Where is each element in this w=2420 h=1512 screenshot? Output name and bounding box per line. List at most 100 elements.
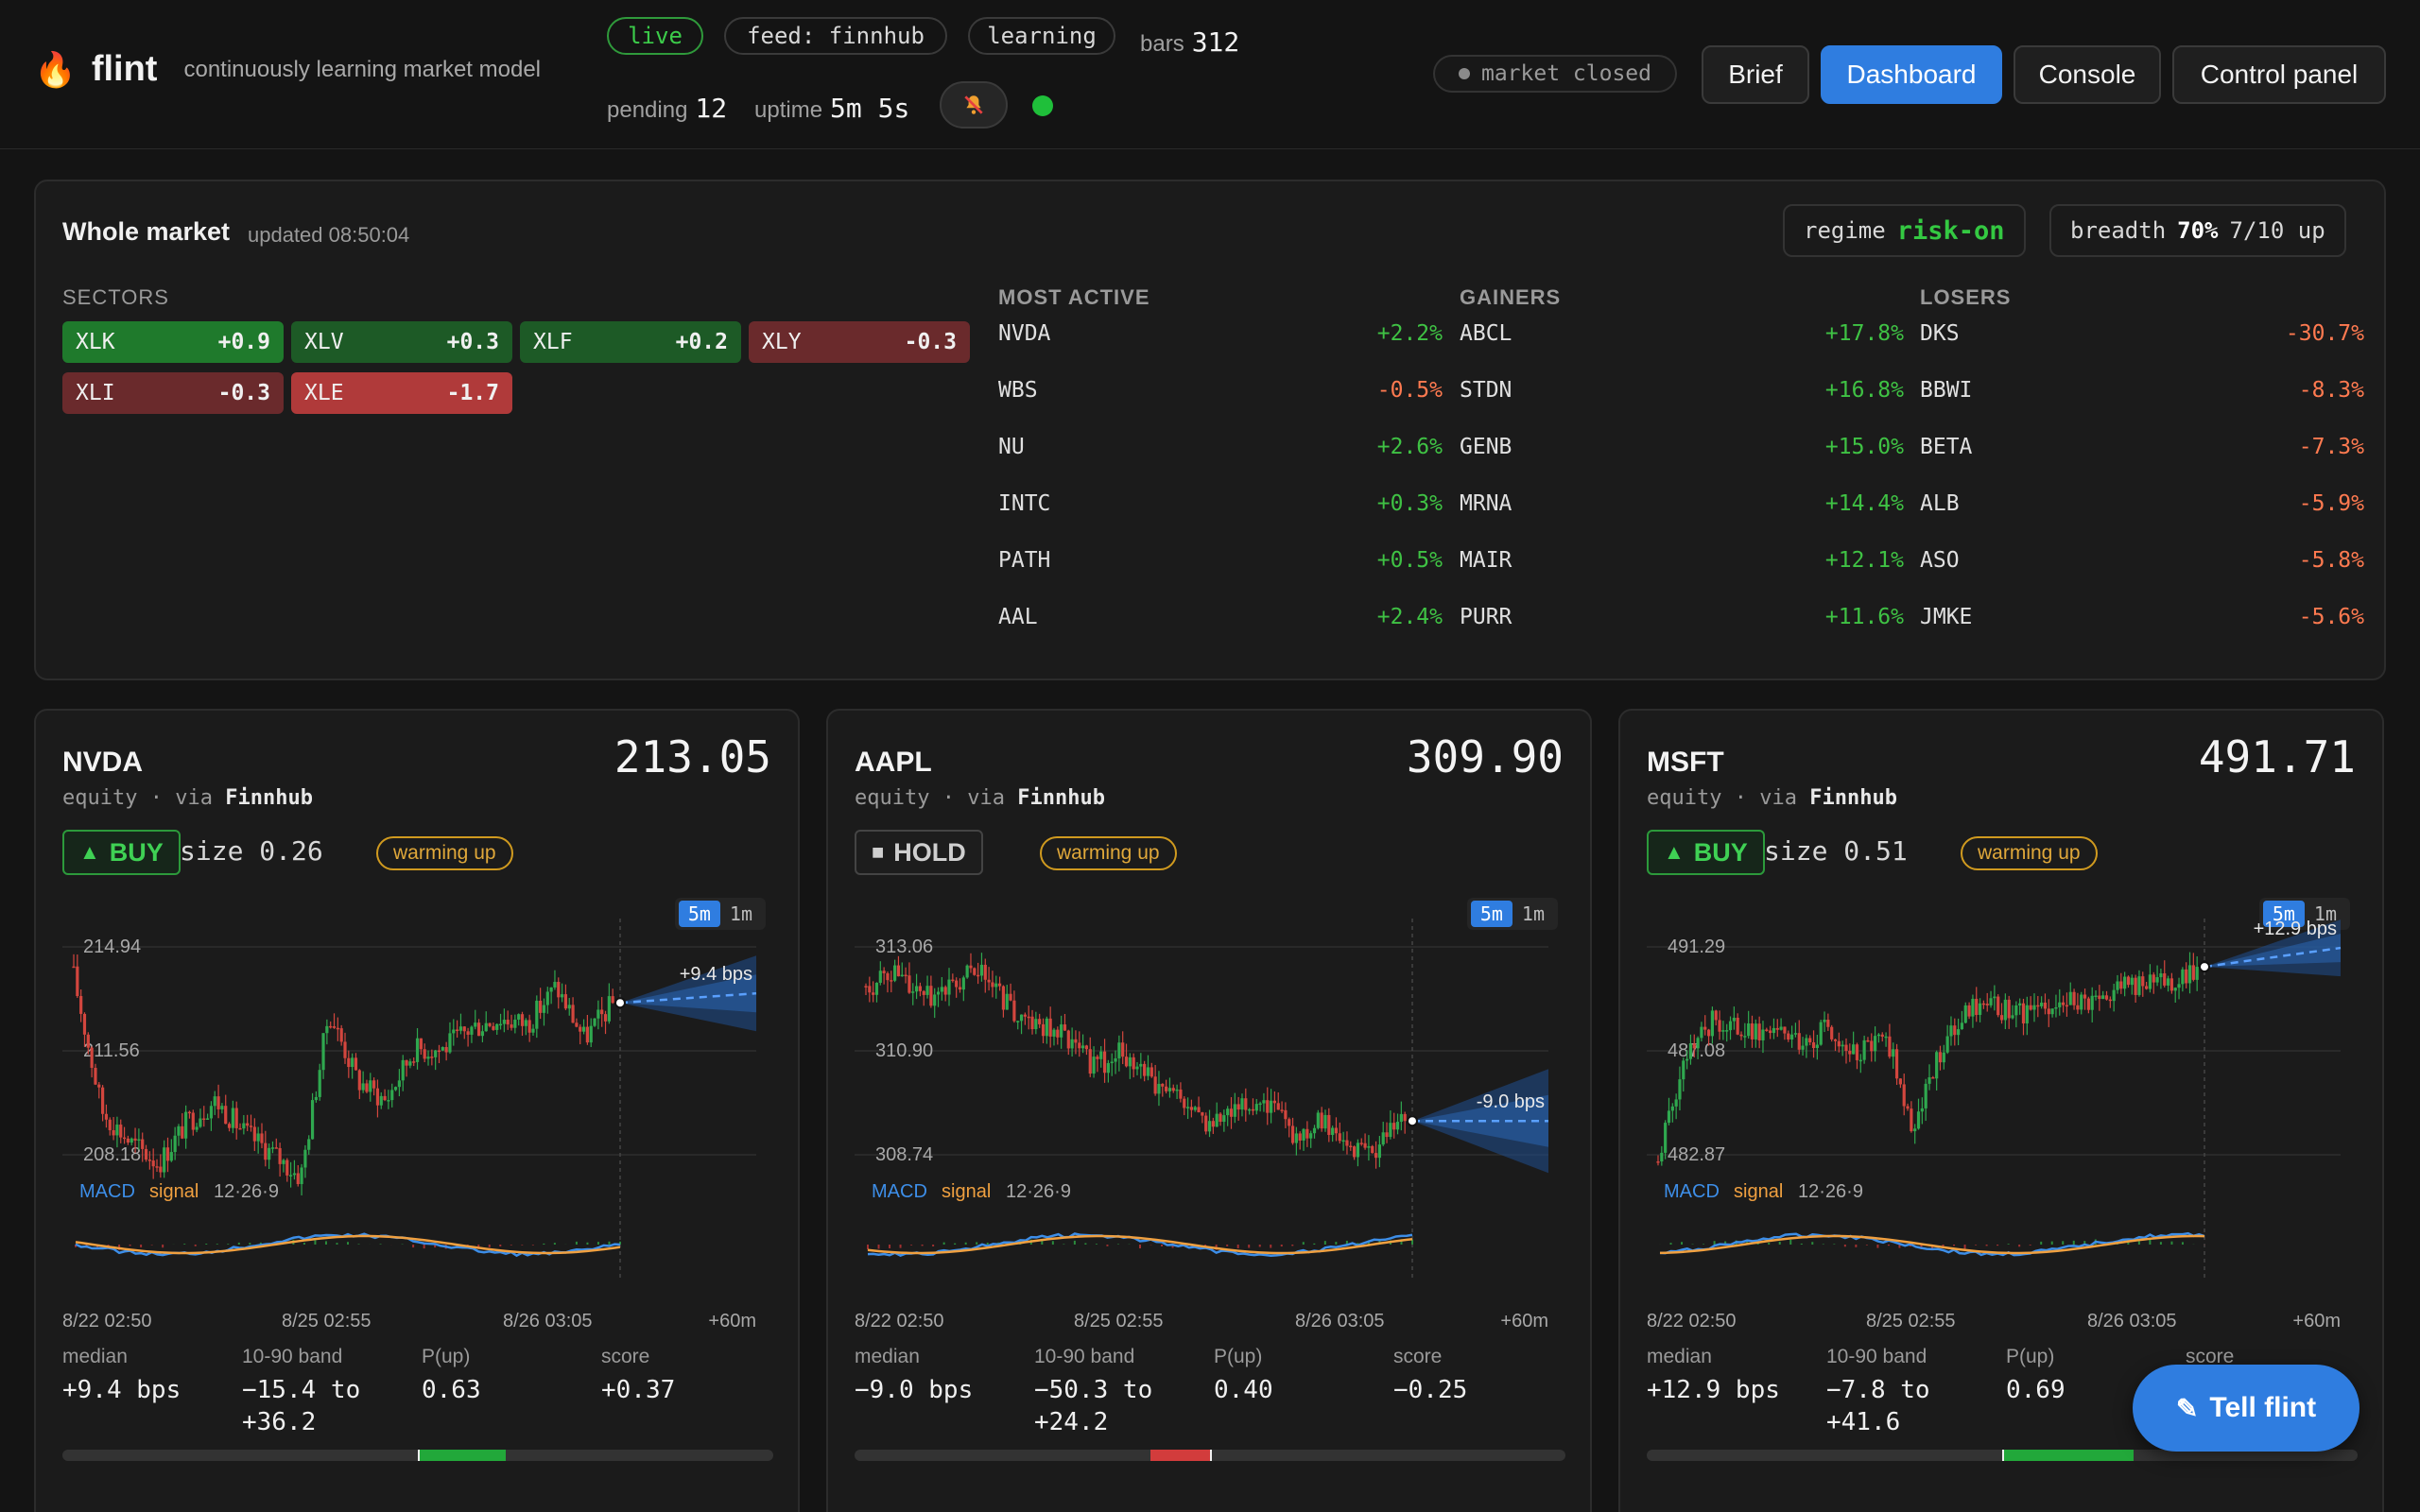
sector-tile[interactable]: XLY -0.3 bbox=[749, 321, 970, 363]
candle-body bbox=[1931, 1077, 1935, 1079]
ticker-card-aapl[interactable]: AAPL 309.90 equity · via Finnhub ■ HOLD warmi… bbox=[826, 709, 1592, 1512]
candle-body bbox=[1157, 1083, 1161, 1094]
signal-label: signal bbox=[942, 1181, 991, 1202]
flame-icon: 🔥 bbox=[34, 49, 77, 89]
price-chart[interactable]: 214.94211.56208.18+9.4 bpsMACD signal 12·2… bbox=[36, 890, 800, 1334]
signal-badge: ▲ BUY bbox=[1647, 830, 1765, 875]
candle-body bbox=[1674, 1099, 1678, 1107]
mover-symbol: AAL bbox=[998, 605, 1038, 629]
data-provider: Finnhub bbox=[1809, 786, 1897, 810]
candle-body bbox=[1862, 1040, 1866, 1060]
candle-body bbox=[191, 1112, 195, 1130]
candle-body bbox=[2083, 994, 2087, 999]
candle-body bbox=[1815, 1044, 1819, 1049]
candle-body bbox=[209, 1106, 214, 1119]
gainer-row[interactable]: ABCL +17.8% bbox=[1460, 321, 1904, 346]
candle-body bbox=[1844, 1044, 1848, 1052]
candle-body bbox=[2080, 994, 2083, 1010]
bell-muted-icon[interactable] bbox=[940, 81, 1008, 129]
nav-dashboard-button[interactable]: Dashboard bbox=[1821, 45, 2002, 104]
candle-body bbox=[1349, 1145, 1353, 1148]
sector-tile[interactable]: XLV +0.3 bbox=[291, 321, 512, 363]
nav-brief-button[interactable]: Brief bbox=[1702, 45, 1809, 104]
candle-body bbox=[462, 1026, 466, 1032]
candle-body bbox=[997, 983, 1002, 987]
candle-body bbox=[542, 1005, 546, 1013]
candle-body bbox=[444, 1047, 448, 1053]
loser-row[interactable]: DKS -30.7% bbox=[1920, 321, 2364, 346]
candle-body bbox=[2173, 988, 2177, 991]
gainer-row[interactable]: MAIR +12.1% bbox=[1460, 548, 1904, 573]
candle-body bbox=[1150, 1067, 1153, 1077]
candle-body bbox=[379, 1095, 383, 1106]
tell-flint-button[interactable]: ✎ Tell flint bbox=[2133, 1365, 2360, 1452]
candle-body bbox=[1023, 1014, 1027, 1017]
candle-body bbox=[1183, 1098, 1186, 1108]
loser-row[interactable]: BETA -7.3% bbox=[1920, 435, 2364, 459]
candle-body bbox=[448, 1033, 452, 1053]
sector-tile[interactable]: XLF +0.2 bbox=[520, 321, 741, 363]
candle-body bbox=[1667, 1110, 1671, 1124]
candle-body bbox=[1924, 1083, 1927, 1108]
nav-console-button[interactable]: Console bbox=[2014, 45, 2161, 104]
mover-change: -5.8% bbox=[2298, 548, 2364, 573]
candle-body bbox=[1251, 1108, 1255, 1111]
score-bar-center bbox=[418, 1450, 420, 1461]
most-active-row[interactable]: PATH +0.5% bbox=[998, 548, 1443, 573]
candle-body bbox=[893, 965, 897, 981]
most-active-row[interactable]: NU +2.6% bbox=[998, 435, 1443, 459]
candle-body bbox=[1030, 1016, 1034, 1030]
candle-body bbox=[130, 1138, 133, 1143]
price-chart[interactable]: 313.06 310.90 308.74 -9.0 bps MACD signal 12·2… bbox=[828, 890, 1592, 1334]
candle-body bbox=[1721, 1030, 1725, 1032]
gainer-row[interactable]: PURR +11.6% bbox=[1460, 605, 1904, 629]
loser-row[interactable]: ALB -5.9% bbox=[1920, 491, 2364, 516]
candle-body bbox=[1823, 1020, 1826, 1022]
candle-body bbox=[397, 1080, 401, 1088]
gainer-row[interactable]: MRNA +14.4% bbox=[1460, 491, 1904, 516]
candle-body bbox=[1787, 1033, 1790, 1040]
nav-control-panel-button[interactable]: Control panel bbox=[2172, 45, 2386, 104]
score-bar-center bbox=[2002, 1450, 2004, 1461]
gainer-row[interactable]: GENB +15.0% bbox=[1460, 435, 1904, 459]
candle-body bbox=[1175, 1089, 1179, 1091]
candle-body bbox=[2187, 965, 2192, 984]
ticker-card-nvda[interactable]: NVDA 213.05 equity · via Finnhub ▲ BUY size 0… bbox=[34, 709, 800, 1512]
most-active-row[interactable]: AAL +2.4% bbox=[998, 605, 1443, 629]
candle-body bbox=[141, 1139, 145, 1149]
candle-body bbox=[1193, 1107, 1197, 1110]
score-value: −0.25 bbox=[1393, 1376, 1468, 1404]
candle-body bbox=[2101, 995, 2105, 1000]
gainer-row[interactable]: STDN +16.8% bbox=[1460, 378, 1904, 403]
candle-body bbox=[1096, 1057, 1099, 1059]
candle-body bbox=[1229, 1108, 1234, 1117]
candle-body bbox=[1056, 1029, 1060, 1038]
most-active-row[interactable]: WBS -0.5% bbox=[998, 378, 1443, 403]
band-low: −15.4 to bbox=[242, 1376, 361, 1404]
candle-body bbox=[2065, 1005, 2069, 1007]
candle-body bbox=[951, 979, 955, 982]
candle-body bbox=[1728, 1021, 1733, 1031]
mover-symbol: MAIR bbox=[1460, 548, 1512, 573]
sector-tile[interactable]: XLK +0.9 bbox=[62, 321, 284, 363]
most-active-row[interactable]: NVDA +2.2% bbox=[998, 321, 1443, 346]
candle-body bbox=[1833, 1039, 1838, 1041]
candle-body bbox=[1092, 1057, 1096, 1074]
candle-body bbox=[1338, 1133, 1341, 1142]
loser-row[interactable]: JMKE -5.6% bbox=[1920, 605, 2364, 629]
candle-body bbox=[1276, 1103, 1280, 1110]
loser-row[interactable]: ASO -5.8% bbox=[1920, 548, 2364, 573]
sector-tile[interactable]: XLE -1.7 bbox=[291, 372, 512, 414]
candle-body bbox=[1146, 1067, 1150, 1076]
most-active-row[interactable]: INTC +0.3% bbox=[998, 491, 1443, 516]
loser-row[interactable]: BBWI -8.3% bbox=[1920, 378, 2364, 403]
candle-body bbox=[1793, 1033, 1798, 1035]
x-axis-tick: 8/26 03:05 bbox=[1295, 1311, 1385, 1332]
panel-title: Whole market bbox=[62, 217, 231, 246]
bars-label: bars bbox=[1140, 31, 1184, 57]
sector-tile[interactable]: XLI -0.3 bbox=[62, 372, 284, 414]
candle-body bbox=[1359, 1143, 1363, 1144]
mover-symbol: BBWI bbox=[1920, 378, 1973, 403]
signal-badge: ■ HOLD bbox=[855, 830, 983, 875]
price-chart[interactable]: 491.29487.08482.87+12.9 bpsMACD signal 12·… bbox=[1620, 890, 2384, 1334]
